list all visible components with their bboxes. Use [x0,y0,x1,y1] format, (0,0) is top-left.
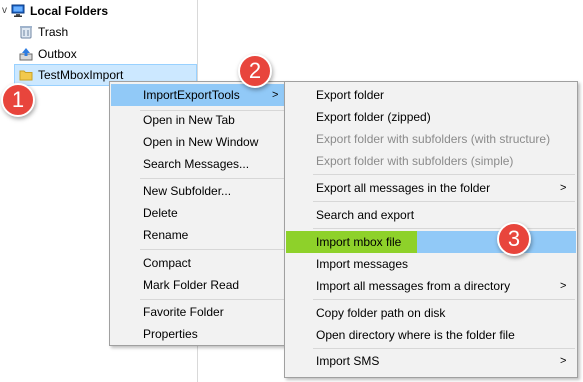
menu-item-label: Mark Folder Read [143,278,240,292]
menu-item-label: Import mbox file [316,235,402,249]
menu-separator [313,228,575,229]
menu-item-label: Export folder (zipped) [316,110,431,124]
menu-item-label: Rename [143,228,189,242]
menu-item-label: Compact [143,256,192,270]
submenu-arrow-icon: > [560,280,567,292]
submenu-item-export-folder-zipped[interactable]: Export folder (zipped) [286,106,576,128]
menu-separator [140,249,284,250]
tree-item-local-folders[interactable]: v Local Folders [0,0,197,22]
menu-item-label: Delete [143,206,178,220]
trash-icon [20,26,32,39]
menu-item-label: Export folder with subfolders (with stru… [316,132,551,146]
menu-separator [140,299,284,300]
submenu-item-search-and-export[interactable]: Search and export [286,204,576,226]
tree-item-outbox[interactable]: Outbox [0,43,197,65]
menu-item-label: New Subfolder... [143,184,232,198]
menu-item-label: Export all messages in the folder [316,181,491,195]
menu-separator [313,348,575,349]
tree-label-outbox: Outbox [38,47,77,61]
submenu-item-import-all-from-directory[interactable]: Import all messages from a directory > [286,275,576,297]
submenu-item-import-mbox-file[interactable]: Import mbox file [286,231,576,253]
submenu-item-open-directory[interactable]: Open directory where is the folder file [286,324,576,346]
menu-item-new-subfolder[interactable]: New Subfolder... [111,180,286,202]
submenu-arrow-icon: > [272,89,279,101]
menu-item-label: Favorite Folder [143,305,224,319]
menu-item-favorite-folder[interactable]: Favorite Folder [111,301,286,323]
menu-item-open-in-new-window[interactable]: Open in New Window [111,131,286,153]
tree-item-trash[interactable]: Trash [0,21,197,43]
menu-item-search-messages[interactable]: Search Messages... [111,153,286,175]
tree-label-local-folders: Local Folders [30,4,109,18]
menu-separator [313,174,575,175]
menu-item-label: Open in New Window [143,135,259,149]
folder-context-menu: ImportExportTools > Open in New Tab Open… [109,81,288,346]
menu-item-label: Copy folder path on disk [316,306,446,320]
menu-item-mark-folder-read[interactable]: Mark Folder Read [111,274,286,296]
computer-icon [11,4,25,17]
submenu-item-export-with-structure: Export folder with subfolders (with stru… [286,128,576,150]
menu-item-properties[interactable]: Properties [111,323,286,345]
menu-item-delete[interactable]: Delete [111,202,286,224]
menu-separator [313,299,575,300]
menu-item-label: Search and export [316,208,415,222]
menu-item-label: Import messages [316,257,409,271]
outbox-icon [19,48,33,61]
menu-item-label: Import all messages from a directory [316,279,511,293]
importexporttools-submenu: Export folder Export folder (zipped) Exp… [284,81,578,378]
submenu-item-import-messages[interactable]: Import messages [286,253,576,275]
submenu-item-copy-folder-path[interactable]: Copy folder path on disk [286,302,576,324]
menu-item-open-in-new-tab[interactable]: Open in New Tab [111,109,286,131]
menu-item-compact[interactable]: Compact [111,252,286,274]
menu-item-label: Properties [143,327,198,341]
step-badge-3: 3 [497,222,531,256]
menu-item-label: Export folder with subfolders (simple) [316,154,514,168]
submenu-item-export-all-messages[interactable]: Export all messages in the folder > [286,177,576,199]
submenu-item-export-folder[interactable]: Export folder [286,84,576,106]
menu-item-label: Open in New Tab [143,113,235,127]
menu-item-label: Import SMS [316,354,380,368]
menu-item-label: ImportExportTools [143,88,240,102]
menu-separator [313,201,575,202]
menu-item-label: Export folder [316,88,385,102]
menu-item-label: Open directory where is the folder file [316,328,515,342]
menu-item-rename[interactable]: Rename [111,224,286,246]
submenu-arrow-icon: > [560,355,567,367]
tree-label-trash: Trash [38,25,69,39]
step-badge-1: 1 [1,83,35,117]
chevron-down-icon[interactable]: v [2,0,7,22]
menu-item-label: Search Messages... [143,157,250,171]
submenu-item-import-sms[interactable]: Import SMS > [286,350,576,372]
menu-separator [140,178,284,179]
submenu-item-export-simple: Export folder with subfolders (simple) [286,150,576,172]
folder-icon [19,70,33,81]
step-badge-2: 2 [238,54,272,88]
submenu-arrow-icon: > [560,182,567,194]
